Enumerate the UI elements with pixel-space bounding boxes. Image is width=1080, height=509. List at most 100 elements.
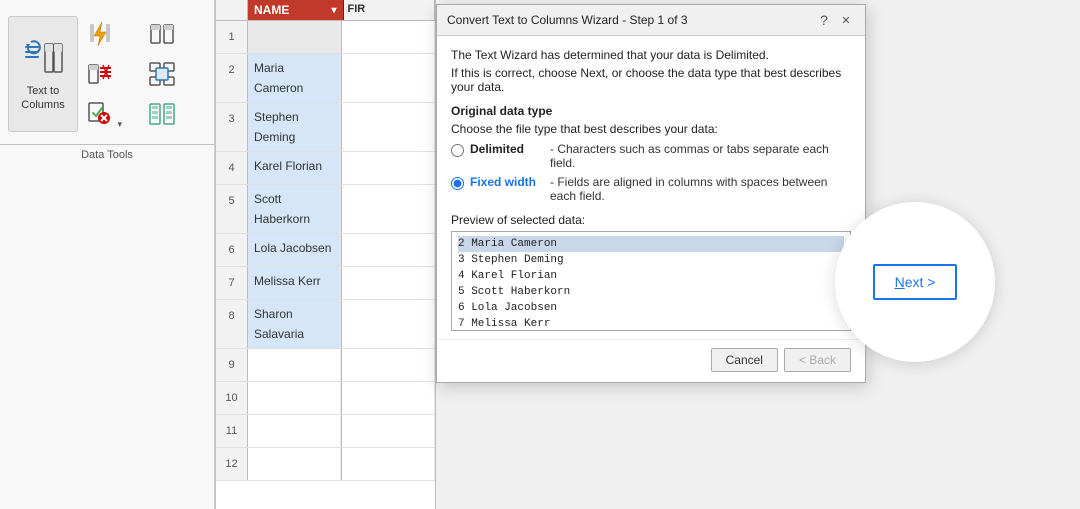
preview-line: 4 Karel Florian xyxy=(458,268,844,284)
dialog-footer: Cancel < Back xyxy=(437,339,865,382)
preview-label: Preview of selected data: xyxy=(451,213,851,227)
radio-delimited-text: Delimited xyxy=(470,142,550,156)
table-row: 1 xyxy=(216,21,435,54)
dialog-overlay: Convert Text to Columns Wizard - Step 1 … xyxy=(436,0,1080,509)
cell[interactable] xyxy=(341,21,435,53)
what-if-icon xyxy=(148,100,176,128)
row-num-header xyxy=(216,0,248,20)
preview-line: 2 Maria Cameron xyxy=(458,236,844,252)
table-row: 9 xyxy=(216,349,435,382)
cell[interactable] xyxy=(248,349,341,381)
original-data-type-label: Original data type xyxy=(451,104,851,118)
text-to-columns-button[interactable]: Text to Columns xyxy=(8,16,78,132)
cell[interactable] xyxy=(341,448,435,480)
consolidate-button[interactable] xyxy=(142,56,182,92)
table-row: 5 Scott Haberkorn xyxy=(216,185,435,234)
col-header-name[interactable]: NAME ▾ xyxy=(248,0,344,20)
next-button[interactable]: Next > xyxy=(873,264,958,300)
ribbon-section-label: Data Tools xyxy=(0,144,214,165)
dialog-body: The Text Wizard has determined that your… xyxy=(437,36,865,339)
columns-icon-top[interactable] xyxy=(142,16,182,52)
flash-fill-button[interactable] xyxy=(80,16,120,52)
cell[interactable]: Lola Jacobsen xyxy=(248,234,341,266)
next-button-container: Next > xyxy=(835,202,995,362)
radio-fixed-text: Fixed width xyxy=(470,175,550,189)
dropdown-arrow-small: ▾ xyxy=(117,119,122,130)
cell[interactable] xyxy=(341,267,435,299)
preview-line: 5 Scott Haberkorn xyxy=(458,284,844,300)
radio-fixed-row: Fixed width - Fields are aligned in colu… xyxy=(451,175,851,203)
cell[interactable] xyxy=(341,300,435,348)
data-validation-button[interactable]: ▾ xyxy=(80,96,120,132)
ribbon-tools-grid: Text to Columns xyxy=(0,8,214,140)
split-columns-icon xyxy=(148,20,176,48)
row-num: 3 xyxy=(216,103,248,151)
cell[interactable] xyxy=(248,382,341,414)
table-row: 6 Lola Jacobsen xyxy=(216,234,435,267)
table-row: 4 Karel Florian xyxy=(216,152,435,185)
cell[interactable] xyxy=(341,185,435,233)
preview-line: 6 Lola Jacobsen xyxy=(458,300,844,316)
choose-file-type-label: Choose the file type that best describes… xyxy=(451,122,851,136)
cell[interactable]: Sharon Salavaria xyxy=(248,300,341,348)
row-num: 4 xyxy=(216,152,248,184)
row-num: 1 xyxy=(216,21,248,53)
row-num: 7 xyxy=(216,267,248,299)
row-num: 9 xyxy=(216,349,248,381)
next-circle-highlight: Next > xyxy=(835,202,995,362)
row-num: 6 xyxy=(216,234,248,266)
data-validation-icon xyxy=(86,100,114,128)
cell[interactable] xyxy=(341,54,435,102)
cell[interactable] xyxy=(248,415,341,447)
spreadsheet-area: NAME ▾ FIR 1 2 Maria Cameron 3 Stephen D… xyxy=(216,0,436,509)
flash-fill-icon xyxy=(86,20,114,48)
text-to-columns-label: Text to Columns xyxy=(21,84,64,113)
dialog-close-button[interactable]: ✕ xyxy=(837,11,855,29)
radio-delimited[interactable] xyxy=(451,144,464,157)
remove-duplicates-button[interactable] xyxy=(80,56,120,92)
row-num: 11 xyxy=(216,415,248,447)
cell[interactable]: Scott Haberkorn xyxy=(248,185,341,233)
cell[interactable] xyxy=(248,21,341,53)
radio-fixed-label[interactable]: Fixed width - Fields are aligned in colu… xyxy=(470,175,851,203)
next-button-label: N xyxy=(895,274,905,290)
radio-fixed[interactable] xyxy=(451,177,464,190)
preview-line: 7 Melissa Kerr xyxy=(458,316,844,331)
text-to-columns-icon xyxy=(23,36,63,80)
radio-delimited-row: Delimited - Characters such as commas or… xyxy=(451,142,851,170)
col-header-fir: FIR xyxy=(344,0,436,20)
cell[interactable] xyxy=(248,448,341,480)
wizard-dialog: Convert Text to Columns Wizard - Step 1 … xyxy=(436,4,866,383)
cancel-button[interactable]: Cancel xyxy=(711,348,778,372)
table-row: 11 xyxy=(216,415,435,448)
table-row: 10 xyxy=(216,382,435,415)
preview-box[interactable]: 2 Maria Cameron 3 Stephen Deming 4 Karel… xyxy=(451,231,851,331)
dialog-controls: ? ✕ xyxy=(815,11,855,29)
cell[interactable]: Maria Cameron xyxy=(248,54,341,102)
cell[interactable] xyxy=(341,382,435,414)
spreadsheet-header: NAME ▾ FIR xyxy=(216,0,435,21)
cell[interactable] xyxy=(341,415,435,447)
cell[interactable]: Karel Florian xyxy=(248,152,341,184)
cell[interactable]: Melissa Kerr xyxy=(248,267,341,299)
row-num: 12 xyxy=(216,448,248,480)
what-if-analysis-button[interactable] xyxy=(142,96,182,132)
preview-line: 3 Stephen Deming xyxy=(458,252,844,268)
ribbon-panel: Text to Columns xyxy=(0,0,215,509)
cell[interactable]: Stephen Deming xyxy=(248,103,341,151)
col-filter-arrow[interactable]: ▾ xyxy=(331,5,336,16)
dialog-help-button[interactable]: ? xyxy=(815,11,833,29)
dialog-titlebar: Convert Text to Columns Wizard - Step 1 … xyxy=(437,5,865,36)
consolidate-icon xyxy=(148,60,176,88)
row-num: 8 xyxy=(216,300,248,348)
dialog-intro2: If this is correct, choose Next, or choo… xyxy=(451,66,851,94)
cell[interactable] xyxy=(341,103,435,151)
table-row: 2 Maria Cameron xyxy=(216,54,435,103)
preview-section: Preview of selected data: 2 Maria Camero… xyxy=(451,213,851,331)
cell[interactable] xyxy=(341,349,435,381)
cell[interactable] xyxy=(341,152,435,184)
radio-delimited-label[interactable]: Delimited - Characters such as commas or… xyxy=(470,142,851,170)
table-row: 8 Sharon Salavaria xyxy=(216,300,435,349)
cell[interactable] xyxy=(341,234,435,266)
remove-duplicates-icon xyxy=(86,60,114,88)
